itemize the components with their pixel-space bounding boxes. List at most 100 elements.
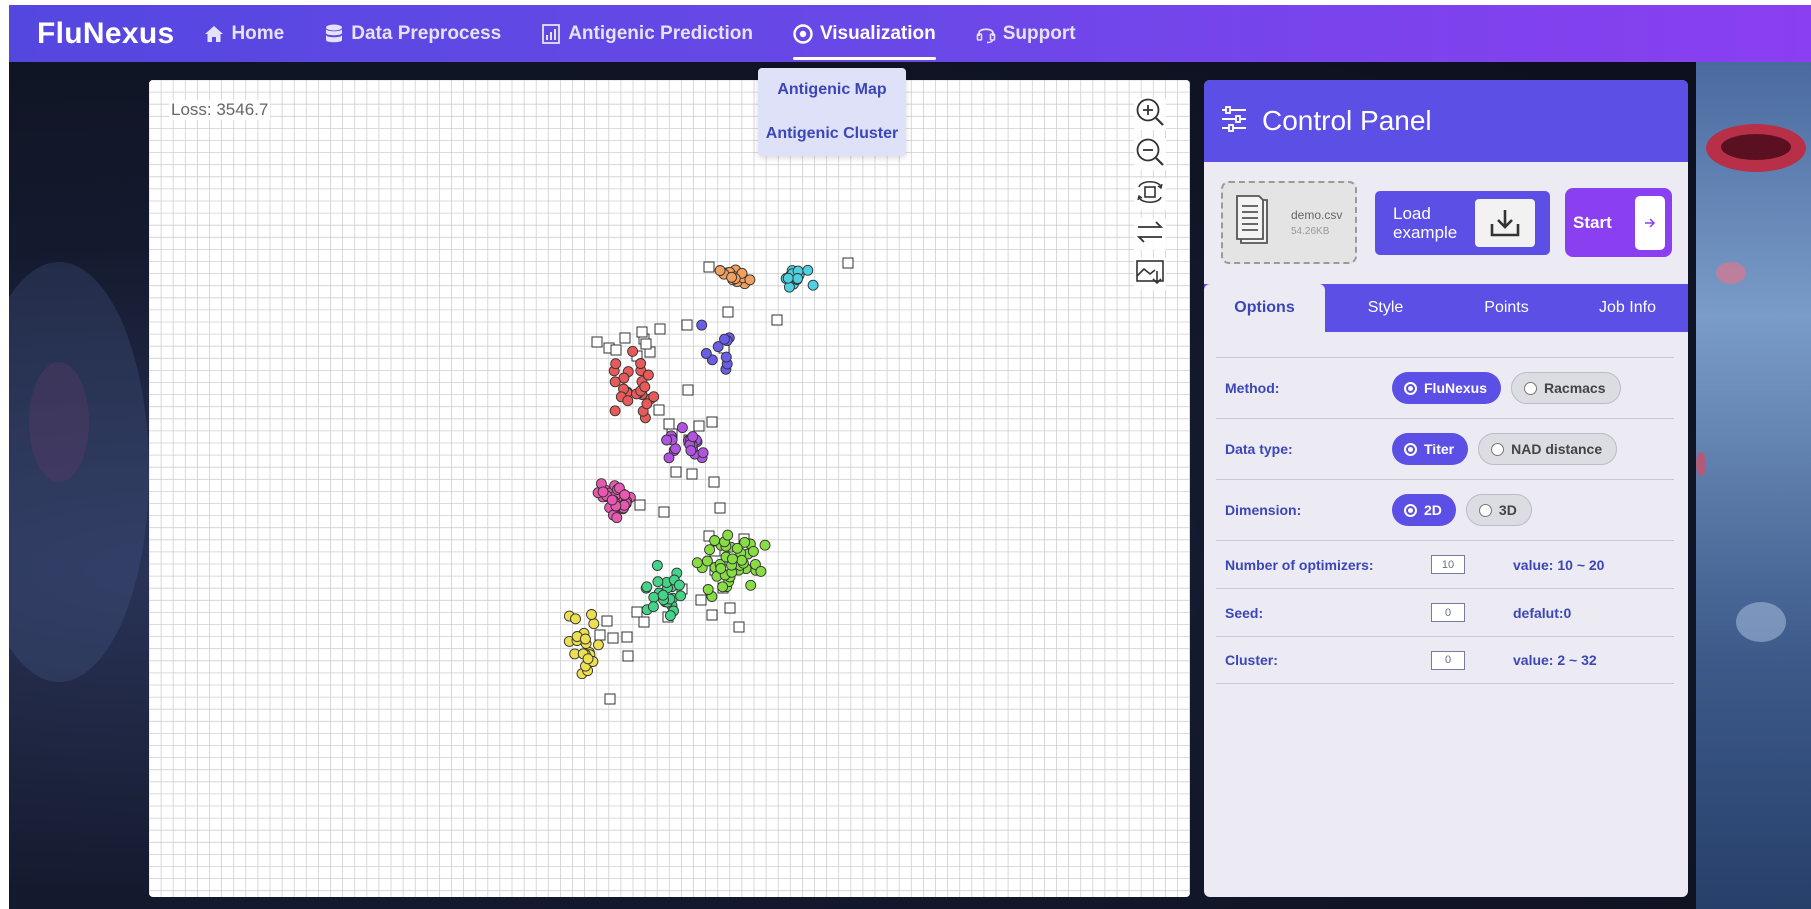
antigen-point-lime <box>722 529 734 541</box>
antigen-point-yellow <box>582 653 594 665</box>
antigen-point-green <box>651 560 663 571</box>
antigen-point-yellow <box>579 633 591 645</box>
antigen-point-lime <box>715 562 727 574</box>
serum-point <box>771 314 783 326</box>
tab-options[interactable]: Options <box>1204 284 1325 332</box>
method-racmacs-radio[interactable]: Racmacs <box>1511 372 1621 404</box>
serum-point <box>706 416 718 428</box>
dropdown-antigenic-cluster[interactable]: Antigenic Cluster <box>766 125 898 143</box>
antigen-point-blue <box>720 351 732 363</box>
nav-home[interactable]: Home <box>204 5 284 62</box>
serum-point <box>733 621 745 633</box>
tab-job-info[interactable]: Job Info <box>1567 284 1688 332</box>
data-type-titer-radio[interactable]: Titer <box>1392 433 1469 465</box>
flip-button[interactable] <box>1134 218 1166 250</box>
dimension-3d-radio[interactable]: 3D <box>1465 494 1532 526</box>
antigen-point-green <box>647 601 659 613</box>
seed-row: Seed: defalut:0 <box>1216 588 1674 636</box>
loss-readout: Loss: 3546.7 <box>169 100 271 120</box>
antigen-point-green <box>641 581 653 593</box>
antigen-point-purple <box>661 434 673 446</box>
optimizers-input[interactable] <box>1431 555 1465 574</box>
antigen-point-green <box>652 576 664 588</box>
download-image-icon <box>1135 257 1165 292</box>
antigen-point-orange <box>714 265 726 276</box>
dimension-row: Dimension: 2D 3D <box>1216 479 1674 540</box>
antigen-point-orange <box>726 271 738 283</box>
start-button[interactable]: Start <box>1565 188 1672 257</box>
serum-point <box>663 418 675 430</box>
nav-antigenic-prediction[interactable]: Antigenic Prediction <box>541 5 753 62</box>
nav-antigenic-prediction-label: Antigenic Prediction <box>568 22 753 44</box>
cluster-input[interactable] <box>1431 650 1465 670</box>
antigen-point-purple <box>663 452 675 464</box>
control-panel-header: Control Panel <box>1204 80 1688 162</box>
antigenic-map-plot[interactable] <box>149 80 1190 897</box>
brand-logo[interactable]: FluNexus <box>37 17 174 51</box>
nav-data-preprocess[interactable]: Data Preprocess <box>324 5 501 62</box>
zoom-out-button[interactable] <box>1134 138 1166 170</box>
antigen-point-orange <box>744 274 756 286</box>
serum-point <box>604 693 616 705</box>
antigen-point-cyan <box>782 272 794 284</box>
optimizers-label: Number of optimizers: <box>1225 556 1374 573</box>
data-type-nad-radio[interactable]: NAD distance <box>1478 433 1618 465</box>
serum-point <box>594 629 606 641</box>
options-form: Method: FluNexus Racmacs Data type: Tite… <box>1216 357 1674 684</box>
nav-visualization-label: Visualization <box>819 22 936 44</box>
antigen-point-pink <box>597 486 609 498</box>
home-icon <box>204 24 224 44</box>
file-size: 54.26KB <box>1291 226 1330 237</box>
cluster-label: Cluster: <box>1225 652 1278 668</box>
antigen-point-lime <box>731 542 743 554</box>
control-panel: Control Panel demo.csv 54.26KB Load exam… <box>1204 80 1688 897</box>
antigen-point-lime <box>704 544 716 556</box>
antigen-point-purple <box>676 422 688 434</box>
antigen-point-lime <box>709 535 721 546</box>
nav-home-label: Home <box>231 22 285 44</box>
antigen-point-lime <box>702 584 714 595</box>
antigen-point-red <box>609 376 621 388</box>
file-upload-box[interactable]: demo.csv 54.26KB <box>1221 181 1357 264</box>
dropdown-antigenic-map[interactable]: Antigenic Map <box>777 81 886 99</box>
download-image-button[interactable] <box>1134 258 1166 290</box>
nav-data-preprocess-label: Data Preprocess <box>351 22 502 44</box>
antigen-point-lime <box>759 539 771 551</box>
seed-input[interactable] <box>1431 603 1465 622</box>
tab-style[interactable]: Style <box>1325 284 1446 332</box>
load-example-button[interactable]: Load example <box>1375 191 1550 255</box>
antigen-point-red <box>627 345 639 357</box>
nav-visualization[interactable]: Visualization <box>792 5 936 62</box>
antigen-point-green <box>675 590 687 602</box>
antigenic-map-card: Loss: 3546.7 <box>149 80 1190 897</box>
zoom-in-button[interactable] <box>1134 98 1166 130</box>
method-flunexus-radio[interactable]: FluNexus <box>1392 372 1502 404</box>
tab-points[interactable]: Points <box>1446 284 1567 332</box>
antigen-point-blue <box>719 333 730 345</box>
visualization-dropdown: Antigenic Map Antigenic Cluster <box>758 68 906 156</box>
antigen-point-purple <box>687 431 699 443</box>
dimension-2d-radio[interactable]: 2D <box>1392 494 1456 526</box>
rotate-button[interactable] <box>1134 178 1166 210</box>
serum-point <box>654 323 666 335</box>
control-panel-title: Control Panel <box>1262 105 1432 136</box>
antigen-point-yellow <box>592 639 604 651</box>
serum-point <box>703 261 715 273</box>
antigen-point-green <box>664 610 676 622</box>
serum-point <box>670 466 682 478</box>
antigen-point-lime <box>727 553 738 565</box>
file-name: demo.csv <box>1291 208 1343 222</box>
map-grid <box>149 80 1190 897</box>
map-toolbar <box>1134 98 1166 290</box>
antigen-point-blue <box>700 348 712 359</box>
map-points <box>563 257 854 705</box>
dimension-label: Dimension: <box>1225 502 1302 518</box>
antigen-point-pink <box>606 494 618 506</box>
antigen-point-red <box>639 381 651 393</box>
data-type-row: Data type: Titer NAD distance <box>1216 418 1674 479</box>
nav-support[interactable]: Support <box>976 5 1076 62</box>
serum-point <box>640 338 652 350</box>
serum-point <box>708 476 720 488</box>
serum-point <box>724 602 736 614</box>
serum-point <box>682 384 694 396</box>
